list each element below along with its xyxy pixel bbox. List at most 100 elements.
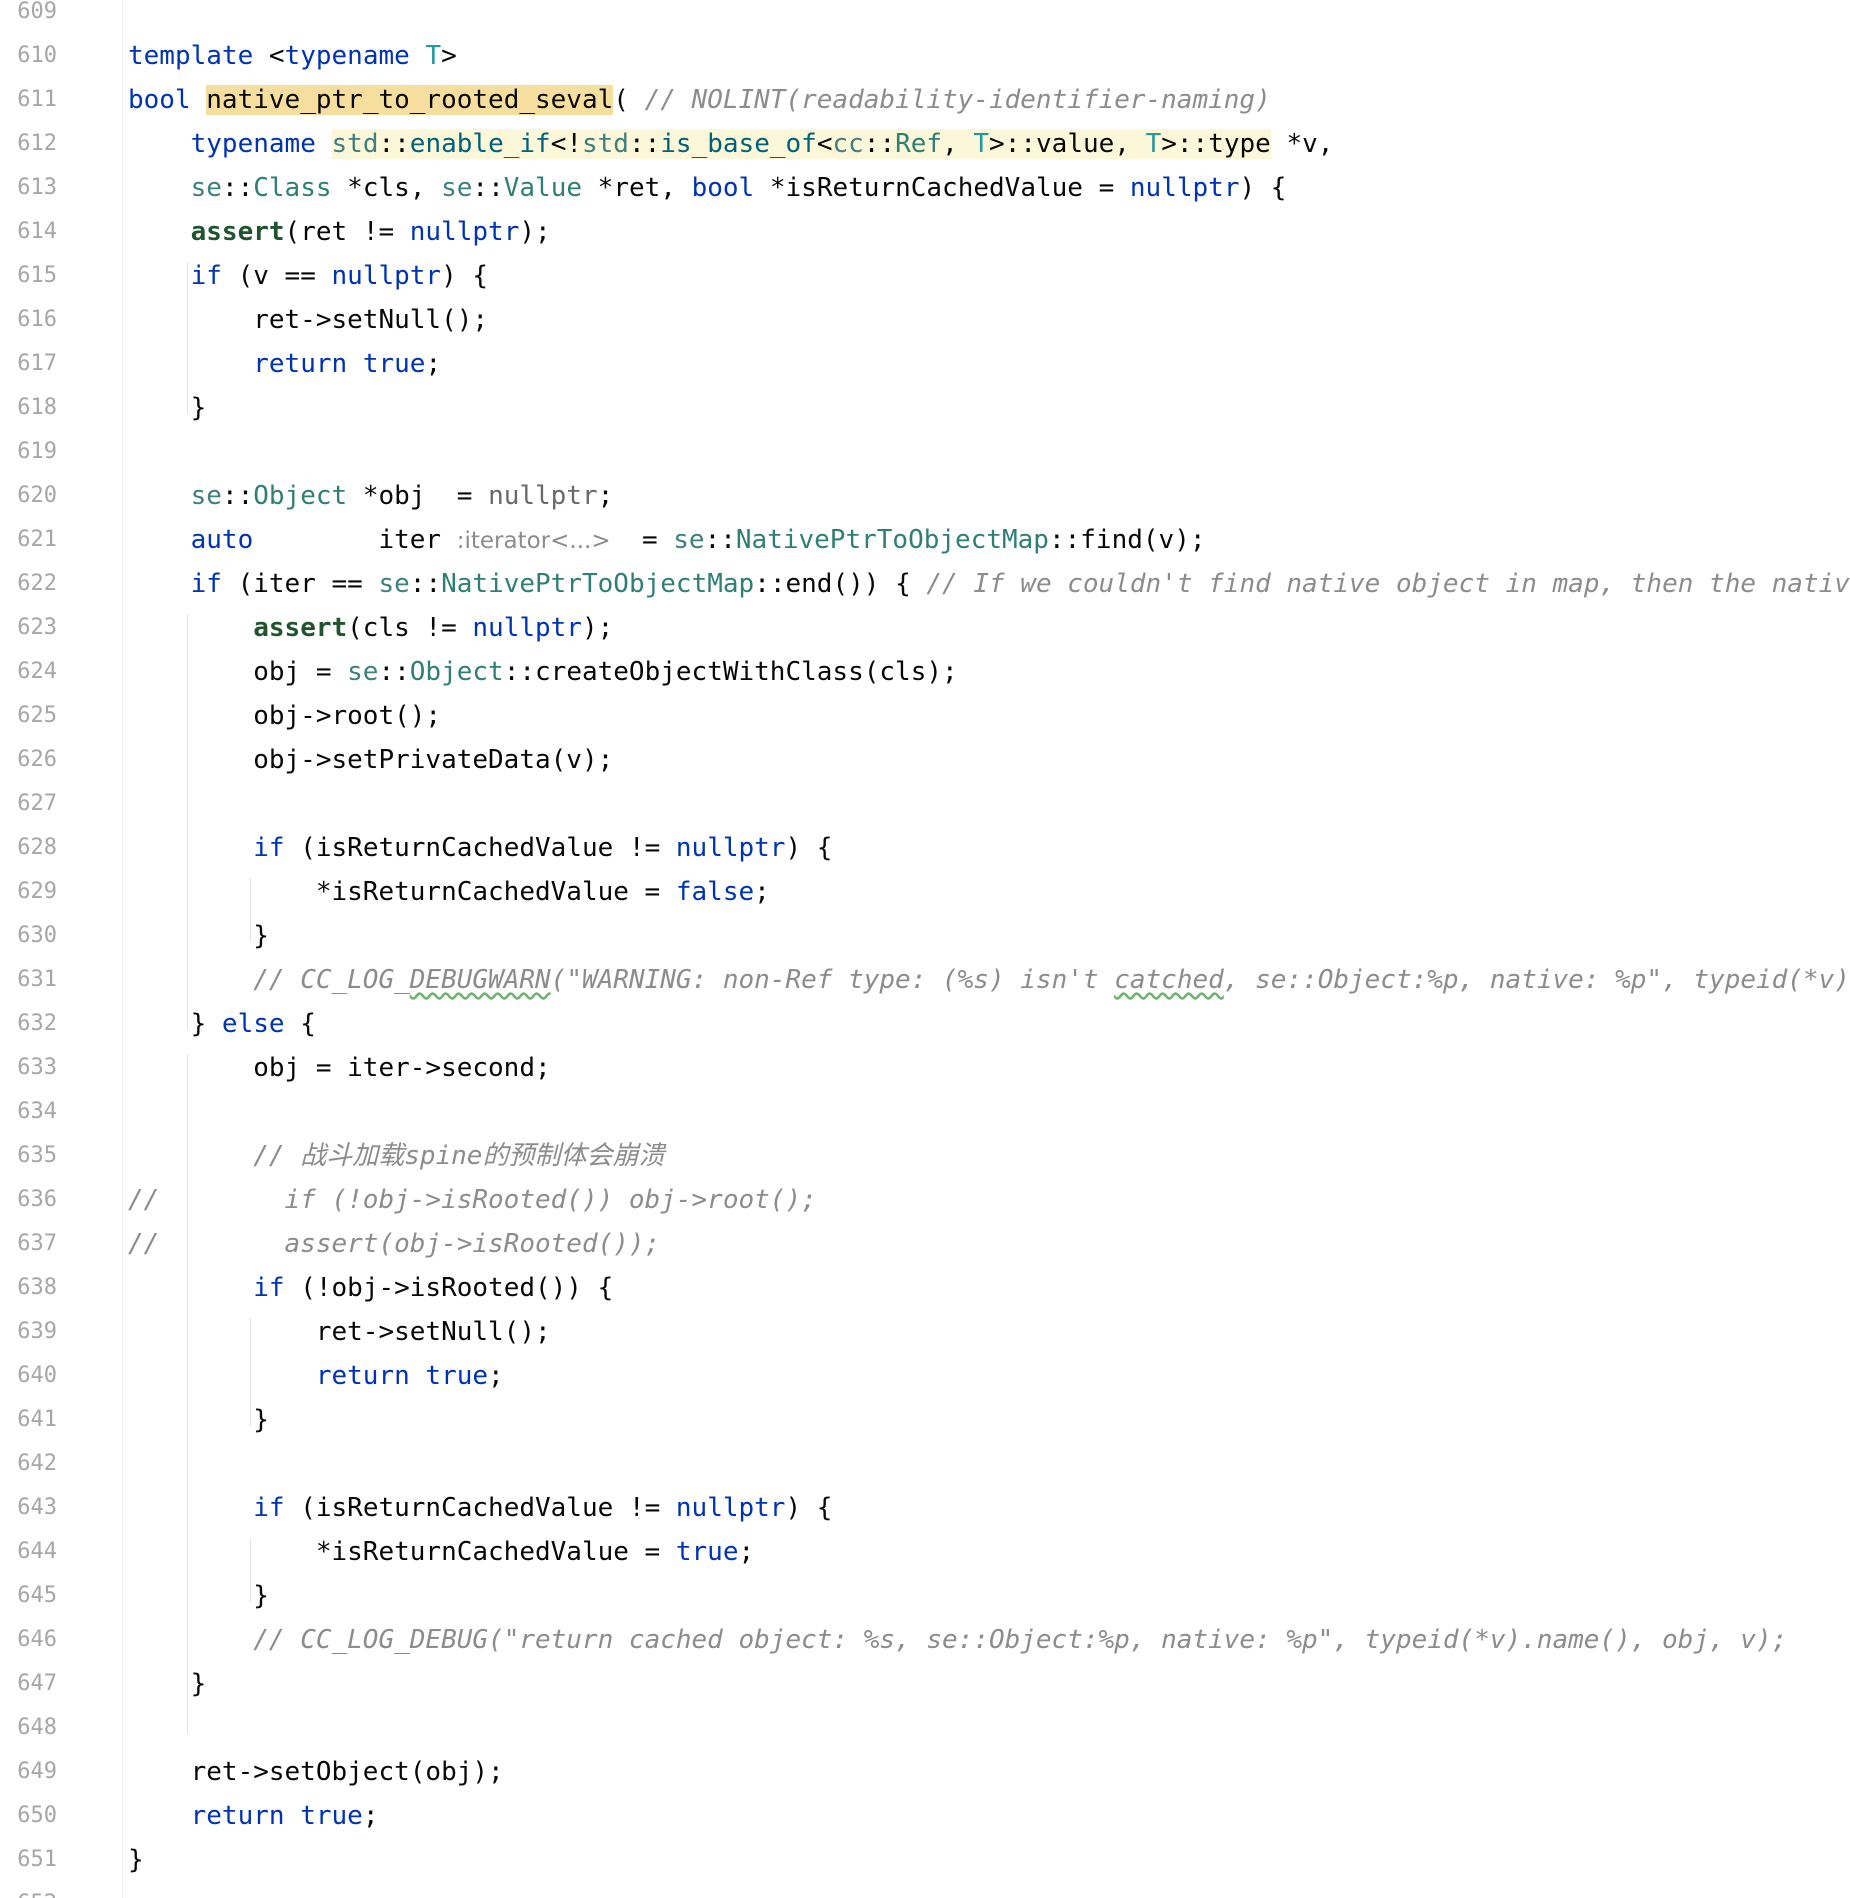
code-token: obj->setPrivateData(v); (128, 745, 614, 775)
code-line[interactable]: return true; (128, 1794, 379, 1838)
code-line[interactable]: obj = iter->second; (128, 1046, 550, 1090)
code-line[interactable]: bool native_ptr_to_rooted_seval( // NOLI… (128, 78, 1271, 122)
code-token: Class (253, 173, 332, 203)
code-line[interactable]: // CC_LOG_DEBUG("return cached object: %… (128, 1618, 1787, 1662)
line-number: 648 (17, 1715, 57, 1740)
code-token: auto (190, 525, 254, 555)
code-line[interactable]: if (isReturnCachedValue != nullptr) { (128, 1486, 832, 1530)
code-token: ; (425, 349, 442, 379)
line-number: 619 (17, 439, 57, 464)
code-token: catched (1114, 965, 1224, 995)
code-line[interactable]: *isReturnCachedValue = false; (128, 870, 770, 914)
code-line[interactable]: // if (!obj->isRooted()) obj->root(); (128, 1178, 817, 1222)
code-token: se (378, 569, 410, 599)
code-line[interactable]: auto iter :iterator<...> = se::NativePtr… (128, 518, 1206, 562)
line-number: 639 (17, 1319, 57, 1344)
code-token: // CC_LOG_ (253, 965, 410, 995)
code-token: Value (503, 173, 583, 203)
code-token: se (190, 173, 222, 203)
code-token: Ref (895, 129, 943, 159)
line-number: 610 (17, 43, 57, 68)
code-token: // NOLINT(readability-identifier-naming) (644, 85, 1271, 115)
code-line[interactable]: } (128, 1574, 269, 1618)
code-line[interactable]: if (iter == se::NativePtrToObjectMap::en… (128, 562, 1850, 606)
indent-guide (250, 1538, 251, 1602)
line-number: 640 (17, 1363, 57, 1388)
line-number: 623 (17, 615, 57, 640)
code-line[interactable]: // 战斗加载spine的预制体会崩溃 (128, 1134, 664, 1178)
line-number: 650 (17, 1803, 57, 1828)
code-token: (isReturnCachedValue != (284, 1493, 676, 1523)
code-line[interactable]: return true; (128, 1354, 504, 1398)
code-token: typename (284, 41, 410, 71)
code-line[interactable]: } (128, 1838, 144, 1882)
indent-guide (250, 878, 251, 942)
code-token: // If we couldn't find native object in … (926, 569, 1850, 599)
code-token: *isReturnCachedValue = (754, 173, 1130, 203)
code-token: (!obj->isRooted()) { (284, 1273, 614, 1303)
code-line[interactable]: assert(cls != nullptr); (128, 606, 613, 650)
code-token: if (190, 569, 222, 599)
line-number: 629 (17, 879, 57, 904)
code-line[interactable]: ret->setNull(); (128, 1310, 551, 1354)
line-number: 614 (17, 219, 57, 244)
code-line[interactable]: } (128, 1662, 207, 1706)
code-token: } (128, 921, 269, 951)
code-line[interactable]: ret->setNull(); (128, 298, 488, 342)
line-number: 630 (17, 923, 57, 948)
code-token: } (128, 1845, 144, 1875)
code-line[interactable]: if (!obj->isRooted()) { (128, 1266, 613, 1310)
code-token: ); (519, 217, 551, 247)
code-line[interactable]: } else { (128, 1002, 316, 1046)
indent-guide (187, 614, 188, 1030)
line-number: 613 (17, 175, 57, 200)
code-editor[interactable]: 609 610 611 612 613 614 615 616 617 618 619 620 621 6… (0, 0, 1850, 1898)
code-line[interactable]: obj->setPrivateData(v); (128, 738, 613, 782)
line-number: 625 (17, 703, 57, 728)
code-line[interactable]: *isReturnCachedValue = true; (128, 1530, 754, 1574)
line-number: 612 (17, 131, 57, 156)
code-line[interactable]: se::Object *obj = nullptr; (128, 474, 614, 518)
code-token: >::value, (989, 129, 1146, 159)
code-token: ret->setNull(); (128, 305, 489, 335)
code-token: :: (221, 481, 254, 511)
code-token: *ret, (582, 173, 692, 203)
code-line[interactable]: } (128, 386, 207, 430)
code-token: :iterator<...> (456, 528, 611, 554)
line-number: 645 (17, 1583, 57, 1608)
code-line[interactable]: if (isReturnCachedValue != nullptr) { (128, 826, 832, 870)
code-token: // CC_LOG_DEBUG("return cached object: %… (253, 1625, 1788, 1655)
code-token: true (425, 1361, 489, 1391)
code-token: <! (550, 129, 582, 159)
code-token: // assert(obj->isRooted()); (128, 1229, 661, 1259)
code-line[interactable]: // CC_LOG_DEBUGWARN("WARNING: non-Ref ty… (128, 958, 1850, 1002)
code-line[interactable]: } (128, 914, 269, 958)
code-line[interactable]: // assert(obj->isRooted()); (128, 1222, 660, 1266)
line-number-gutter[interactable]: 609 610 611 612 613 614 615 616 617 618 619 620 621 6… (0, 0, 123, 1898)
line-number: 609 (17, 0, 57, 24)
code-line[interactable]: template <typename T> (128, 34, 457, 78)
code-line[interactable]: } (128, 1398, 269, 1442)
code-token: template (128, 41, 254, 71)
code-token: DEBUGWARN (409, 965, 551, 995)
code-token: typename (190, 129, 316, 159)
code-token: bool (128, 85, 191, 115)
code-line[interactable]: se::Class *cls, se::Value *ret, bool *is… (128, 166, 1287, 210)
code-line[interactable]: if (v == nullptr) { (128, 254, 488, 298)
code-line[interactable]: typename std::enable_if<!std::is_base_of… (128, 122, 1333, 166)
code-line[interactable]: return true; (128, 342, 441, 386)
code-line[interactable]: ret->setObject(obj); (128, 1750, 504, 1794)
code-line[interactable]: obj = se::Object::createObjectWithClass(… (128, 650, 957, 694)
code-token: :: (704, 525, 736, 555)
code-line[interactable]: assert(ret != nullptr); (128, 210, 551, 254)
line-number: 652 (0, 1882, 57, 1898)
indent-guide (187, 1054, 188, 1734)
code-line[interactable]: obj->root(); (128, 694, 441, 738)
